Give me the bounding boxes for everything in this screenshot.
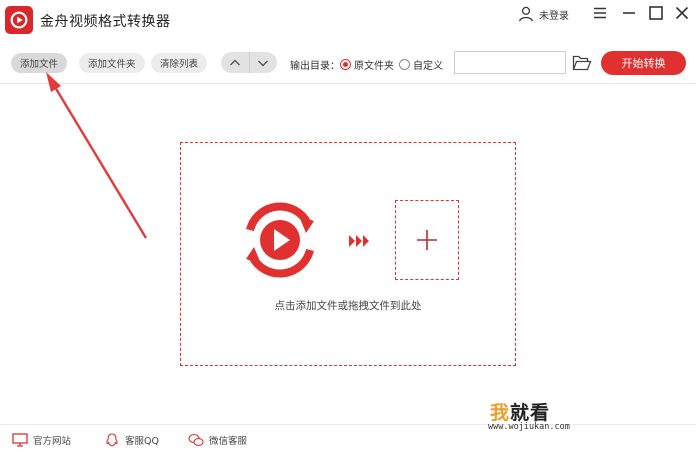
title-bar: 金舟视频格式转换器 未登录 [0, 0, 696, 40]
official-website-label: 官方网站 [33, 436, 72, 447]
radio-custom-label: 自定义 [413, 61, 443, 72]
monitor-icon [12, 433, 28, 447]
user-login[interactable]: 未登录 [517, 5, 569, 23]
support-qq-label: 客服QQ [125, 436, 159, 447]
minimize-button[interactable] [620, 4, 638, 22]
open-folder-icon [572, 55, 592, 71]
app-title: 金舟视频格式转换器 [40, 14, 171, 30]
plus-icon [417, 230, 437, 250]
clear-list-button[interactable]: 清除列表 [151, 53, 208, 73]
user-icon [519, 6, 533, 22]
add-file-button[interactable]: 添加文件 [11, 53, 68, 73]
browse-folder-button[interactable] [572, 54, 592, 72]
move-down-button[interactable] [248, 52, 278, 73]
watermark-brand-first: 我 [490, 402, 511, 424]
menu-icon [594, 7, 606, 19]
convert-arrows-icon [349, 235, 369, 247]
watermark-brand-rest: 就看 [510, 402, 551, 424]
move-up-button[interactable] [221, 52, 249, 73]
radio-dot-selected [340, 59, 351, 70]
file-drop-zone[interactable]: 点击添加文件或拖拽文件到此处 [180, 142, 516, 366]
wechat-support-link[interactable]: 微信客服 [188, 433, 247, 447]
menu-button[interactable] [591, 4, 609, 22]
wechat-icon [188, 433, 204, 447]
app-logo-icon [10, 11, 28, 29]
maximize-icon [649, 6, 663, 20]
radio-dot [399, 59, 410, 70]
official-website-link[interactable]: 官方网站 [12, 433, 71, 447]
close-icon [675, 6, 689, 20]
add-file-area[interactable] [395, 200, 459, 280]
watermark-url: www.wojiukan.com [488, 422, 570, 432]
watermark-brand: 我就看 [490, 398, 550, 425]
move-buttons [221, 52, 277, 73]
toolbar: 添加文件 添加文件夹 清除列表 输出目录： 原文件夹 自定义 开始转换 [0, 44, 696, 84]
minimize-icon [623, 12, 635, 14]
site-watermark: 我就看 www.wojiukan.com [478, 398, 596, 434]
video-convert-logo-icon [246, 202, 314, 278]
qq-icon [106, 433, 118, 447]
support-qq-link[interactable]: 客服QQ [104, 433, 159, 447]
close-button[interactable] [673, 4, 691, 22]
radio-original-folder[interactable]: 原文件夹 [340, 57, 394, 72]
output-dir-label: 输出目录： [290, 61, 340, 72]
maximize-button[interactable] [647, 4, 665, 22]
chevron-down-icon [258, 60, 269, 66]
start-convert-button[interactable]: 开始转换 [601, 51, 686, 75]
chevron-up-icon [229, 59, 240, 65]
output-path-input[interactable] [454, 51, 566, 74]
drop-hint-text: 点击添加文件或拖拽文件到此处 [274, 300, 422, 312]
app-logo [5, 6, 33, 34]
radio-original-label: 原文件夹 [354, 61, 394, 72]
wechat-support-label: 微信客服 [209, 436, 248, 447]
login-status: 未登录 [539, 10, 569, 22]
radio-custom-folder[interactable]: 自定义 [399, 57, 443, 72]
add-folder-button[interactable]: 添加文件夹 [79, 53, 145, 73]
